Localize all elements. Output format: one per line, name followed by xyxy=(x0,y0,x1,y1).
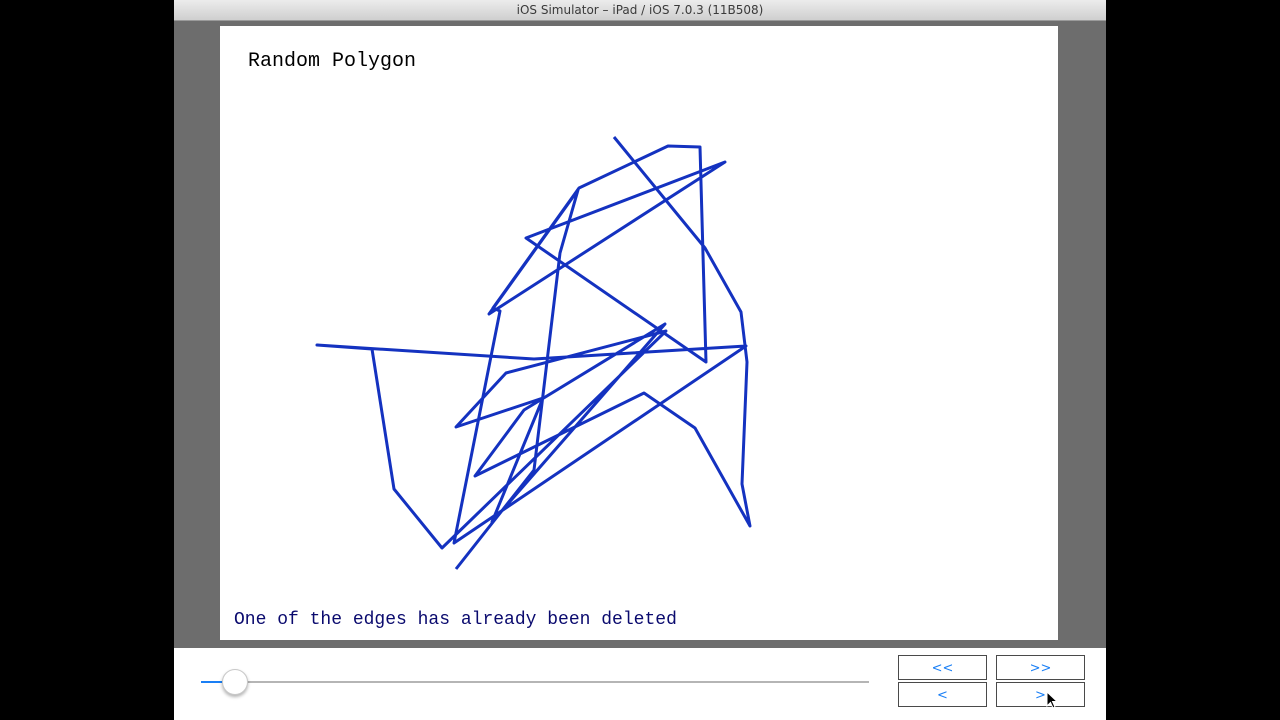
step-slider[interactable] xyxy=(201,669,869,695)
prev-button[interactable]: < xyxy=(898,682,987,707)
window-title: iOS Simulator – iPad / iOS 7.0.3 (11B508… xyxy=(174,0,1106,21)
slider-thumb[interactable] xyxy=(222,669,249,695)
drawing-canvas: Random Polygon One of the edges has alre… xyxy=(220,26,1058,640)
polygon-edges xyxy=(315,136,752,570)
bottom-toolbar: << >> < > xyxy=(174,648,1106,720)
simulator-window: iOS Simulator – iPad / iOS 7.0.3 (11B508… xyxy=(174,0,1106,720)
last-button[interactable]: >> xyxy=(996,655,1085,680)
mouse-cursor-icon xyxy=(1046,691,1058,709)
first-button[interactable]: << xyxy=(898,655,987,680)
random-polygon xyxy=(315,136,752,570)
next-button[interactable]: > xyxy=(996,682,1085,707)
status-message: One of the edges has already been delete… xyxy=(234,610,677,630)
